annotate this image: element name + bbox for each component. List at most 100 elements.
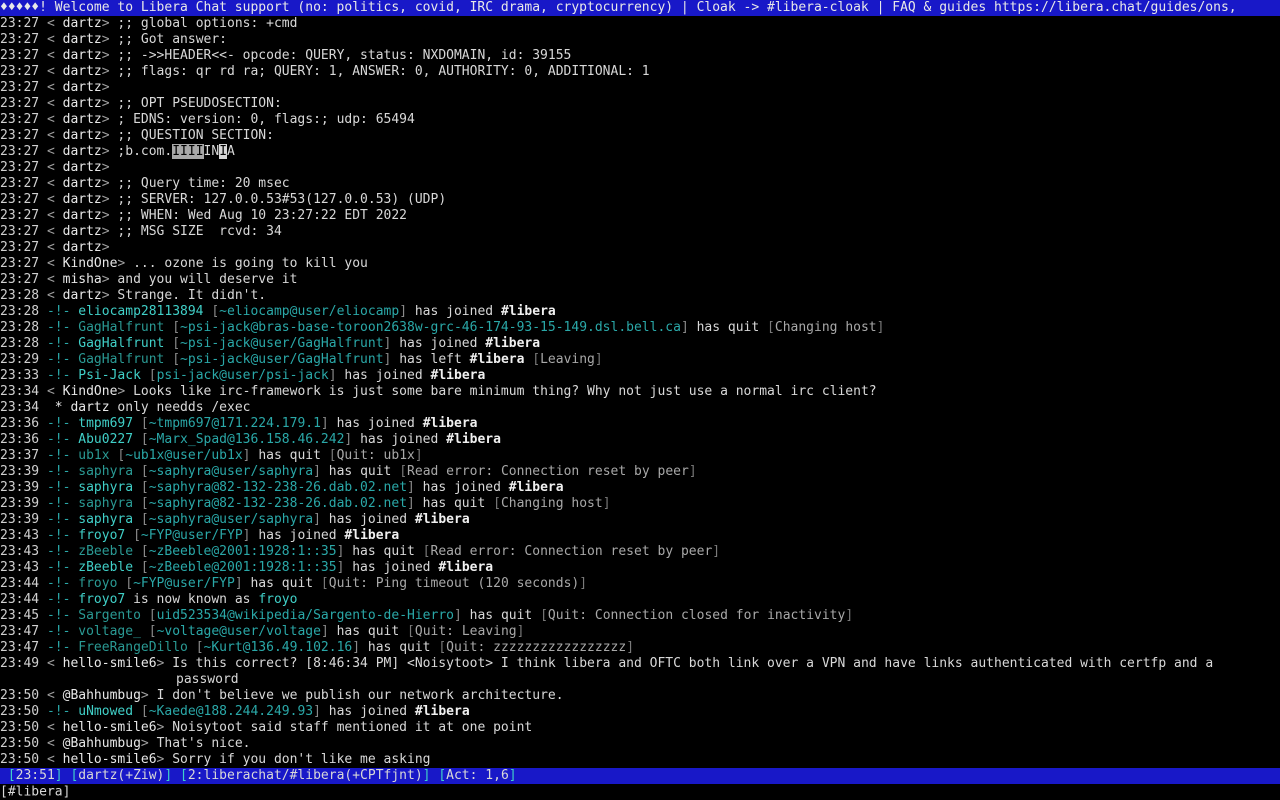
- event-nick: froyo7: [78, 592, 126, 607]
- input-prompt: [#libera]: [0, 784, 71, 800]
- log-line: 23:50 < @Bahhumbug> I don't believe we p…: [0, 688, 1280, 704]
- nick-bracket-open: <: [39, 80, 63, 95]
- timestamp: 23:27: [0, 32, 40, 47]
- host-bracket-open: [: [133, 528, 141, 543]
- log-line: 23:50 < hello-smile6> Sorry if you don't…: [0, 752, 1280, 768]
- log-line: 23:39 -!- saphyra [~saphyra@user/saphyra…: [0, 512, 1280, 528]
- action-star: *: [39, 400, 71, 415]
- event-marker: -!-: [39, 704, 79, 719]
- host-bracket-close: ]: [320, 416, 337, 431]
- event-nick: saphyra: [78, 496, 134, 511]
- nick-bracket-open: <: [39, 256, 63, 271]
- nick-bracket-close: >: [156, 720, 173, 735]
- nick-bracket-close: >: [101, 112, 118, 127]
- message-input[interactable]: [78, 784, 1179, 800]
- log-line: 23:27 < dartz> ;; QUESTION SECTION:: [0, 128, 1280, 144]
- event-marker: -!-: [39, 320, 79, 335]
- log-line: 23:27 < dartz> ;; OPT PSEUDOSECTION:: [0, 96, 1280, 112]
- event-host: ~saphyra@user/saphyra: [148, 464, 314, 479]
- nick-bracket-close: >: [101, 16, 118, 31]
- nick: dartz: [62, 208, 102, 223]
- status-time: 23:51: [15, 768, 55, 783]
- event-marker: -!-: [39, 336, 79, 351]
- nick-bracket-open: <: [39, 64, 63, 79]
- host-bracket-close: ]: [313, 704, 329, 719]
- nick: dartz: [62, 160, 102, 175]
- event-host: ~saphyra@user/saphyra: [148, 512, 314, 527]
- event-host: ~psi-jack@user/GagHalfrunt: [180, 352, 384, 367]
- log-line: 23:43 -!- froyo7 [~FYP@user/FYP] has joi…: [0, 528, 1280, 544]
- nick-bracket-open: <: [39, 240, 63, 255]
- nick-bracket-close: >: [101, 96, 118, 111]
- event-marker: -!-: [39, 608, 79, 623]
- nick-bracket-close: >: [101, 288, 118, 303]
- log-line: 23:50 < hello-smile6> Noisytoot said sta…: [0, 720, 1280, 736]
- timestamp: 23:33: [0, 368, 40, 383]
- log-line: 23:28 -!- eliocamp28113894 [~eliocamp@us…: [0, 304, 1280, 320]
- event-action: has joined: [399, 336, 478, 351]
- event-reason: Quit: ub1x: [336, 448, 415, 463]
- event-marker: -!-: [39, 496, 79, 511]
- host-bracket-open: [: [172, 320, 181, 335]
- event-action: has left: [399, 352, 462, 367]
- nick-bracket-close: >: [140, 688, 157, 703]
- log-line-continuation: password: [0, 672, 1280, 688]
- status-bracket: ] [: [422, 768, 447, 783]
- status-bracket: ]: [508, 768, 517, 783]
- channel-name: #libera: [469, 352, 525, 367]
- nick-bracket-open: <: [39, 48, 63, 63]
- nick: dartz: [62, 224, 102, 239]
- event-action: has joined: [328, 704, 408, 719]
- timestamp: 23:34: [0, 400, 40, 415]
- timestamp: 23:43: [0, 560, 40, 575]
- input-line: [#libera]: [0, 784, 1280, 800]
- log-line: 23:27 < dartz>: [0, 240, 1280, 256]
- message-text: Strange. It didn't.: [117, 288, 267, 303]
- nick: misha: [62, 272, 102, 287]
- log-line: 23:47 -!- FreeRangeDillo [~Kurt@136.49.1…: [0, 640, 1280, 656]
- event-marker: -!-: [39, 528, 79, 543]
- log-line: 23:45 -!- Sargento [uid523534@wikipedia/…: [0, 608, 1280, 624]
- message-log[interactable]: 23:27 < dartz> ;; global options: +cmd 23…: [0, 16, 1280, 768]
- log-line: 23:27 < dartz>: [0, 80, 1280, 96]
- timestamp: 23:27: [0, 208, 40, 223]
- nick-bracket-open: <: [39, 160, 63, 175]
- message-text: ;; SERVER: 127.0.0.53#53(127.0.0.53) (UD…: [117, 192, 447, 207]
- timestamp: 23:45: [0, 608, 40, 623]
- host-bracket-open: [: [211, 304, 220, 319]
- event-host: psi-jack@user/psi-jack: [156, 368, 329, 383]
- message-text: Sorry if you don't like me asking: [172, 752, 431, 767]
- host-bracket-close: ]: [313, 464, 329, 479]
- log-line: 23:27 < dartz> ;; Query time: 20 msec: [0, 176, 1280, 192]
- timestamp: 23:50: [0, 720, 40, 735]
- timestamp: 23:49: [0, 656, 40, 671]
- message-text: ... ozone is going to kill you: [133, 256, 368, 271]
- reason-bracket-close: ]: [876, 320, 885, 335]
- log-line: 23:47 -!- voltage_ [~voltage@user/voltag…: [0, 624, 1280, 640]
- event-host: ~zBeeble@2001:1928:1::35: [148, 544, 337, 559]
- event-reason: Quit: zzzzzzzzzzzzzzzzz: [446, 640, 627, 655]
- timestamp: 23:28: [0, 336, 40, 351]
- nick-bracket-close: >: [117, 256, 134, 271]
- reason-bracket-open: [: [313, 576, 329, 591]
- log-line: 23:27 < dartz> ; EDNS: version: 0, flags…: [0, 112, 1280, 128]
- log-line: 23:28 -!- GagHalfrunt [~psi-jack@bras-ba…: [0, 320, 1280, 336]
- channel-name: #libera: [446, 432, 501, 447]
- event-action: has quit: [336, 624, 400, 639]
- message-text: A: [227, 144, 235, 159]
- nick: dartz: [62, 144, 102, 159]
- nick: dartz: [62, 192, 102, 207]
- host-bracket-open: [: [140, 560, 149, 575]
- message-text: ;; Got answer:: [117, 32, 227, 47]
- nick: dartz: [62, 128, 102, 143]
- event-reason: Read error: Connection reset by peer: [430, 544, 713, 559]
- message-text: ;; Query time: 20 msec: [117, 176, 290, 191]
- event-marker: -!-: [39, 368, 79, 383]
- host-bracket-close: ]: [242, 448, 259, 463]
